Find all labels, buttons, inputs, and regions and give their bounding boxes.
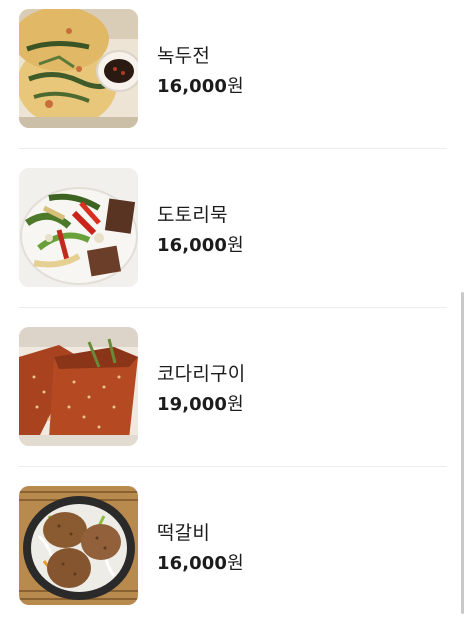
menu-item-nokdujeon[interactable]: 녹두전 16,000원 [0,0,466,159]
item-divider [19,148,447,149]
mung-bean-pancake-image [19,9,138,128]
menu-item-kodarigui[interactable]: 코다리구이 19,000원 [0,318,466,477]
menu-item-dotorimuk[interactable]: 도토리묵 16,000원 [0,159,466,318]
item-divider [19,466,447,467]
grilled-pollock-image [19,327,138,446]
menu-item-name: 떡갈비 [157,522,211,544]
price-amount: 16,000 [157,235,228,256]
menu-page: 녹두전 16,000원 도토리묵 16,000원 코다리구이 19,000원 떡… [0,0,466,618]
menu-item-tteokgalbi[interactable]: 떡갈비 16,000원 [0,477,466,618]
price-currency: 원 [227,235,244,256]
menu-item-name: 코다리구이 [157,363,246,385]
menu-item-name: 녹두전 [157,45,211,67]
menu-item-price: 16,000원 [157,549,244,575]
price-currency: 원 [227,76,244,97]
item-divider [19,307,447,308]
price-amount: 16,000 [157,76,228,97]
vertical-scrollbar[interactable] [461,292,464,614]
price-currency: 원 [227,553,244,574]
menu-item-name: 도토리묵 [157,204,228,226]
tteokgalbi-image [19,486,138,605]
price-currency: 원 [227,394,244,415]
price-amount: 19,000 [157,394,228,415]
menu-item-price: 16,000원 [157,72,244,98]
price-amount: 16,000 [157,553,228,574]
menu-item-price: 16,000원 [157,231,244,257]
menu-item-price: 19,000원 [157,390,244,416]
acorn-jelly-salad-image [19,168,138,287]
